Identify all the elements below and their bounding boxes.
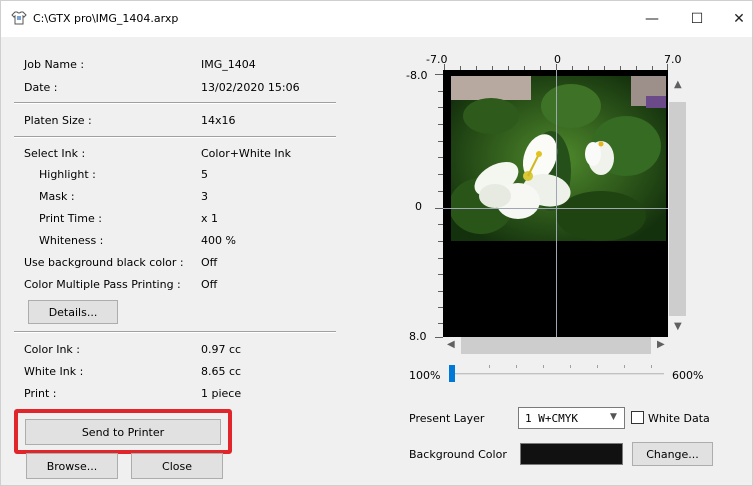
ruler-y-max: 8.0	[409, 330, 427, 343]
present-layer-value: 1 W+CMYK	[525, 412, 578, 425]
center-guide-vertical	[556, 70, 557, 337]
ruler-y-min: -8.0	[406, 69, 428, 82]
zoom-slider-track[interactable]	[450, 373, 664, 375]
title-bar: C:\GTX pro\IMG_1404.arxp — ☐ ✕	[1, 1, 752, 37]
print-label: Print :	[24, 387, 57, 400]
mask-label: Mask :	[39, 190, 75, 203]
select-ink-value: Color+White Ink	[201, 147, 292, 160]
date-label: Date :	[24, 81, 58, 94]
close-button[interactable]: Close	[131, 453, 223, 479]
platen-size-label: Platen Size :	[24, 114, 92, 127]
print-value: 1 piece	[201, 387, 242, 400]
present-layer-label: Present Layer	[409, 412, 485, 425]
whiteness-label: Whiteness :	[39, 234, 104, 247]
scroll-up-icon[interactable]: ▲	[674, 79, 682, 90]
close-window-button[interactable]: ✕	[727, 9, 751, 29]
scroll-right-icon[interactable]: ▶	[657, 339, 665, 350]
print-dialog-window: C:\GTX pro\IMG_1404.arxp — ☐ ✕ Job Name …	[0, 0, 753, 486]
background-color-label: Background Color	[409, 448, 507, 461]
color-ink-label: Color Ink :	[24, 343, 81, 356]
multipass-value: Off	[201, 278, 218, 291]
browse-button[interactable]: Browse...	[26, 453, 118, 479]
background-color-swatch	[520, 443, 623, 465]
print-time-value: x 1	[201, 212, 219, 225]
send-to-printer-button[interactable]: Send to Printer	[25, 419, 221, 445]
white-ink-value: 8.65 cc	[201, 365, 242, 378]
print-image-preview	[451, 76, 666, 241]
white-data-label: White Data	[648, 412, 710, 425]
scroll-down-icon[interactable]: ▼	[674, 321, 682, 332]
zoom-min-label: 100%	[409, 369, 441, 382]
background-black-label: Use background black color :	[24, 256, 184, 269]
present-layer-select[interactable]: 1 W+CMYK ▼	[518, 407, 625, 429]
details-button[interactable]: Details...	[28, 300, 118, 324]
highlight-label: Highlight :	[39, 168, 96, 181]
separator	[14, 136, 336, 138]
minimize-button[interactable]: —	[640, 9, 664, 29]
vertical-scroll-thumb[interactable]	[669, 102, 686, 316]
job-name-label: Job Name :	[24, 58, 85, 71]
ruler-y-mid: 0	[415, 200, 422, 213]
zoom-max-label: 600%	[672, 369, 704, 382]
zoom-slider-thumb[interactable]	[449, 365, 455, 382]
job-name-value: IMG_1404	[201, 58, 256, 71]
separator	[14, 331, 336, 333]
date-value: 13/02/2020 15:06	[201, 81, 300, 94]
select-ink-label: Select Ink :	[24, 147, 86, 160]
center-guide-horizontal	[443, 208, 668, 209]
maximize-button[interactable]: ☐	[685, 9, 709, 29]
window-title: C:\GTX pro\IMG_1404.arxp	[33, 12, 179, 25]
color-ink-value: 0.97 cc	[201, 343, 242, 356]
background-black-value: Off	[201, 256, 218, 269]
tshirt-icon	[11, 11, 27, 25]
horizontal-scroll-thumb[interactable]	[461, 337, 651, 354]
whiteness-value: 400 %	[201, 234, 236, 247]
highlight-value: 5	[201, 168, 208, 181]
platen-size-value: 14x16	[201, 114, 236, 127]
mask-value: 3	[201, 190, 208, 203]
scroll-left-icon[interactable]: ◀	[447, 339, 455, 350]
chevron-down-icon: ▼	[610, 412, 617, 422]
separator	[14, 102, 336, 104]
print-time-label: Print Time :	[39, 212, 102, 225]
white-ink-label: White Ink :	[24, 365, 84, 378]
multipass-label: Color Multiple Pass Printing :	[24, 278, 181, 291]
change-color-button[interactable]: Change...	[632, 442, 713, 466]
white-data-checkbox[interactable]	[631, 411, 644, 424]
